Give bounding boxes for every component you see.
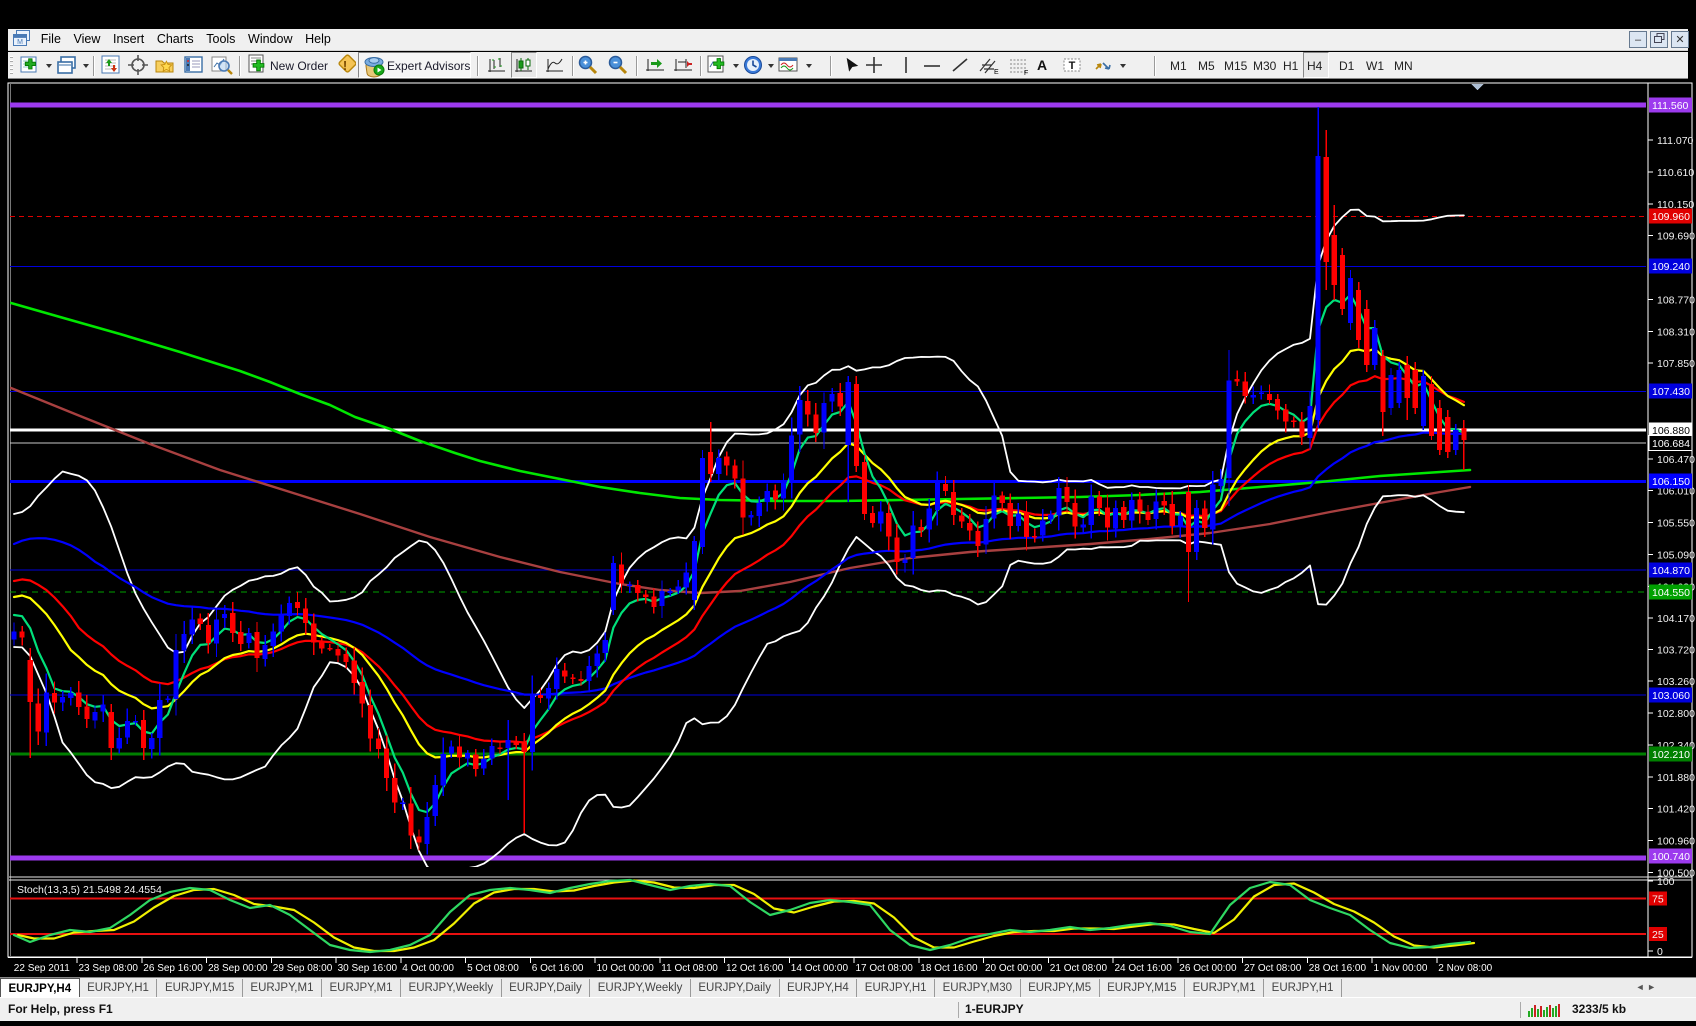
- svg-text:28 Sep 00:00: 28 Sep 00:00: [208, 963, 268, 974]
- svg-text:100: 100: [1657, 876, 1675, 888]
- svg-text:103.720: 103.720: [1657, 644, 1695, 656]
- svg-text:26 Oct 00:00: 26 Oct 00:00: [1179, 963, 1237, 974]
- svg-text:101.880: 101.880: [1657, 772, 1695, 784]
- svg-text:14 Oct 00:00: 14 Oct 00:00: [791, 963, 849, 974]
- svg-text:100.960: 100.960: [1657, 836, 1695, 848]
- svg-text:6 Oct 16:00: 6 Oct 16:00: [532, 963, 584, 974]
- svg-text:1 Nov 00:00: 1 Nov 00:00: [1374, 963, 1428, 974]
- svg-text:105.090: 105.090: [1657, 549, 1695, 561]
- svg-text:30 Sep 16:00: 30 Sep 16:00: [338, 963, 398, 974]
- svg-text:17 Oct 08:00: 17 Oct 08:00: [856, 963, 914, 974]
- svg-text:107.850: 107.850: [1657, 358, 1695, 370]
- svg-text:103.260: 103.260: [1657, 676, 1695, 688]
- svg-text:Stoch(13,3,5) 21.5498 24.4554: Stoch(13,3,5) 21.5498 24.4554: [17, 884, 162, 896]
- svg-text:23 Sep 08:00: 23 Sep 08:00: [79, 963, 139, 974]
- svg-text:29 Sep 08:00: 29 Sep 08:00: [273, 963, 333, 974]
- svg-text:108.310: 108.310: [1657, 326, 1695, 338]
- svg-text:103.060: 103.060: [1652, 690, 1690, 702]
- svg-text:!: !: [343, 58, 347, 73]
- svg-text:24 Oct 16:00: 24 Oct 16:00: [1115, 963, 1173, 974]
- svg-text:28 Oct 16:00: 28 Oct 16:00: [1309, 963, 1367, 974]
- svg-text:21 Oct 08:00: 21 Oct 08:00: [1050, 963, 1108, 974]
- svg-text:T: T: [1069, 60, 1076, 72]
- svg-text:101.420: 101.420: [1657, 804, 1695, 816]
- svg-text:25: 25: [1652, 929, 1664, 941]
- svg-text:106.150: 106.150: [1652, 476, 1690, 488]
- svg-text:109.240: 109.240: [1652, 261, 1690, 273]
- svg-text:104.550: 104.550: [1652, 587, 1690, 599]
- svg-text:0: 0: [1657, 946, 1663, 958]
- svg-text:105.550: 105.550: [1657, 518, 1695, 530]
- svg-text:102.800: 102.800: [1657, 708, 1695, 720]
- svg-text:102.210: 102.210: [1652, 749, 1690, 761]
- svg-text:20 Oct 00:00: 20 Oct 00:00: [985, 963, 1043, 974]
- svg-text:110.610: 110.610: [1657, 167, 1694, 179]
- svg-text:109.960: 109.960: [1652, 211, 1690, 223]
- svg-text:111.560: 111.560: [1652, 100, 1689, 112]
- svg-text:107.430: 107.430: [1652, 386, 1690, 398]
- svg-text:5 Oct 08:00: 5 Oct 08:00: [467, 963, 519, 974]
- svg-text:106.470: 106.470: [1657, 454, 1695, 466]
- svg-text:F: F: [1024, 70, 1028, 77]
- svg-text:11 Oct 08:00: 11 Oct 08:00: [661, 963, 718, 974]
- svg-text:10 Oct 00:00: 10 Oct 00:00: [597, 963, 655, 974]
- svg-text:27 Oct 08:00: 27 Oct 08:00: [1244, 963, 1302, 974]
- svg-text:75: 75: [1652, 894, 1664, 906]
- svg-text:2 Nov 08:00: 2 Nov 08:00: [1438, 963, 1492, 974]
- svg-text:104.870: 104.870: [1652, 565, 1690, 577]
- svg-text:22 Sep 2011: 22 Sep 2011: [14, 963, 70, 974]
- svg-text:18 Oct 16:00: 18 Oct 16:00: [920, 963, 978, 974]
- svg-text:4 Oct 00:00: 4 Oct 00:00: [402, 963, 454, 974]
- svg-text:104.170: 104.170: [1657, 613, 1695, 625]
- svg-text:109.690: 109.690: [1657, 231, 1695, 243]
- svg-text:106.684: 106.684: [1652, 438, 1690, 450]
- svg-text:E: E: [994, 69, 999, 76]
- svg-text:100.740: 100.740: [1652, 851, 1690, 863]
- svg-text:12 Oct 16:00: 12 Oct 16:00: [726, 963, 784, 974]
- svg-text:108.770: 108.770: [1657, 294, 1695, 306]
- svg-text:111.070: 111.070: [1657, 135, 1694, 147]
- svg-text:M: M: [17, 39, 23, 46]
- svg-text:26 Sep 16:00: 26 Sep 16:00: [143, 963, 203, 974]
